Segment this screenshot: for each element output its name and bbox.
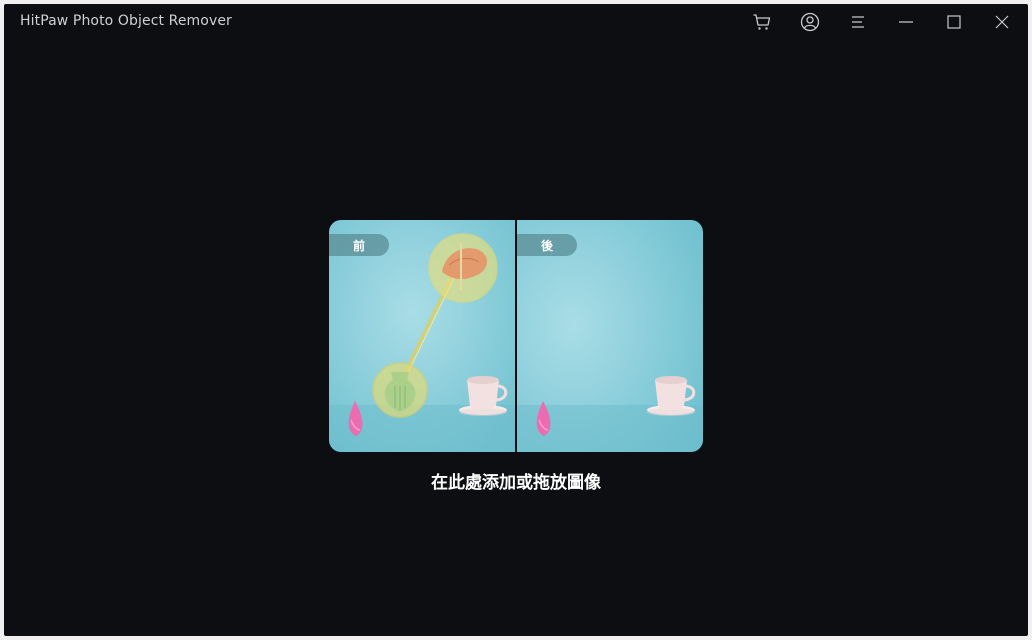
drop-instruction: 在此處添加或拖放圖像 — [431, 473, 601, 493]
image-drop-zone[interactable]: 前 後 — [329, 220, 703, 452]
app-window: HitPaw Photo Object Remover 前 後 在此處添加或拖放… — [4, 4, 1028, 636]
minimize-button[interactable] — [892, 8, 920, 36]
app-title: HitPaw Photo Object Remover — [20, 13, 232, 29]
account-button[interactable] — [796, 8, 824, 36]
user-circle-icon — [800, 12, 820, 32]
close-icon — [995, 15, 1009, 29]
after-preview: 後 — [517, 220, 703, 452]
title-bar[interactable]: HitPaw Photo Object Remover — [4, 4, 1028, 38]
minimize-icon — [899, 21, 913, 23]
maximize-icon — [947, 15, 961, 29]
menu-button[interactable] — [844, 8, 872, 36]
menu-icon — [852, 16, 864, 28]
maximize-button[interactable] — [940, 8, 968, 36]
close-button[interactable] — [988, 8, 1016, 36]
after-label: 後 — [517, 234, 577, 256]
cart-icon — [753, 14, 771, 30]
before-preview: 前 — [329, 220, 515, 452]
cart-button[interactable] — [748, 8, 776, 36]
before-label: 前 — [329, 234, 389, 256]
